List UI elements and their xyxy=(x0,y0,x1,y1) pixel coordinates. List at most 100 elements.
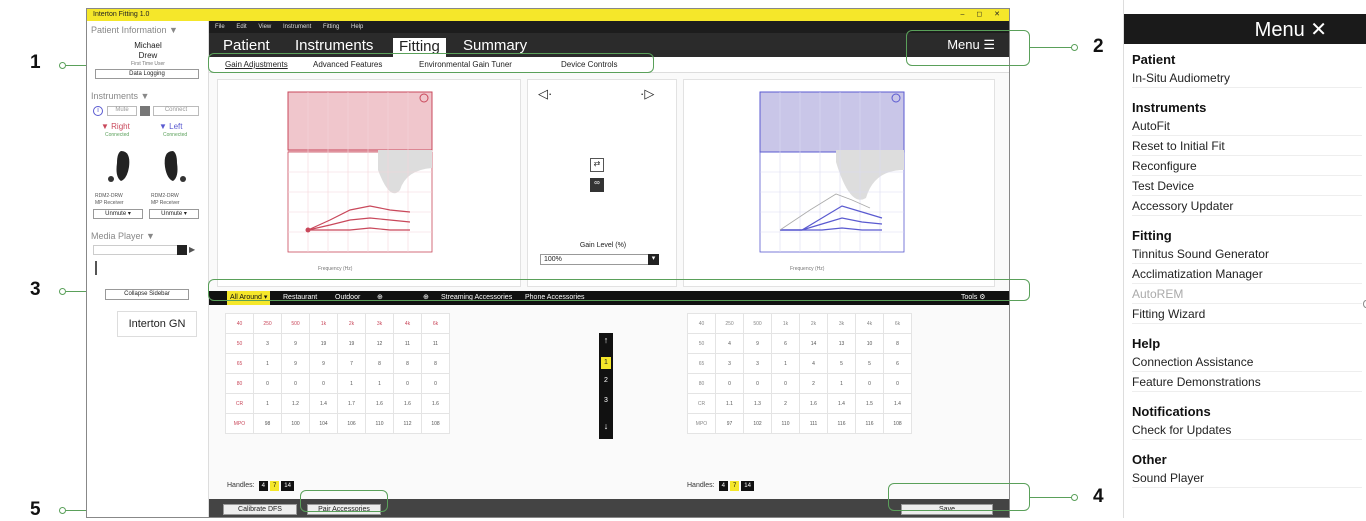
gain-cell[interactable]: 500 xyxy=(743,313,772,334)
step-down-icon[interactable]: ↓ xyxy=(599,421,613,431)
step-up-icon[interactable]: ↑ xyxy=(599,335,613,345)
gain-cell[interactable]: 1 xyxy=(365,373,394,394)
gain-cell[interactable]: 1.4 xyxy=(827,393,856,414)
gain-cell[interactable]: 108 xyxy=(883,413,912,434)
gain-cell[interactable]: 0 xyxy=(393,373,422,394)
gain-cell[interactable]: 8 xyxy=(393,353,422,374)
gain-cell[interactable]: 1.4 xyxy=(883,393,912,414)
menu-file[interactable]: File xyxy=(215,24,225,30)
step-1[interactable]: 1 xyxy=(601,357,611,369)
menu-item-tinnitus-sound-generator[interactable]: Tinnitus Sound Generator xyxy=(1132,244,1362,264)
menu-fitting[interactable]: Fitting xyxy=(323,24,339,30)
gain-cell[interactable]: 3 xyxy=(715,353,744,374)
menu-item-fitting-wizard[interactable]: Fitting Wizard xyxy=(1132,304,1362,324)
gain-cell[interactable]: 1.7 xyxy=(337,393,366,414)
gain-cell[interactable]: 1k xyxy=(309,313,338,334)
gain-cell[interactable]: 6k xyxy=(883,313,912,334)
gain-cell[interactable]: 0 xyxy=(253,373,282,394)
media-player-header[interactable]: Media Player ▼ xyxy=(91,231,155,241)
gain-cell[interactable]: 1.6 xyxy=(421,393,450,414)
link-audiogram-icon[interactable]: ⇄ xyxy=(590,158,604,172)
gain-cell[interactable]: 3k xyxy=(365,313,394,334)
gain-cell[interactable]: 4k xyxy=(855,313,884,334)
gain-cell[interactable]: 7 xyxy=(337,353,366,374)
gain-cell[interactable]: 0 xyxy=(309,373,338,394)
menu-item-accessory-updater[interactable]: Accessory Updater xyxy=(1132,196,1362,216)
gain-cell[interactable]: 11 xyxy=(393,333,422,354)
mute-toggle-icon[interactable] xyxy=(140,106,150,116)
gain-cell[interactable]: 111 xyxy=(799,413,828,434)
handles-4[interactable]: 4 xyxy=(718,481,728,491)
gain-cell[interactable]: 4 xyxy=(799,353,828,374)
gain-cell[interactable]: 1.1 xyxy=(715,393,744,414)
gain-cell[interactable]: 4 xyxy=(715,333,744,354)
gain-cell[interactable]: 500 xyxy=(281,313,310,334)
mute-button[interactable]: Mute xyxy=(107,106,137,116)
gain-cell[interactable]: 1.3 xyxy=(743,393,772,414)
gain-cell[interactable]: 1.2 xyxy=(281,393,310,414)
menu-edit[interactable]: Edit xyxy=(236,24,246,30)
gain-cell[interactable]: 1.5 xyxy=(855,393,884,414)
gain-cell[interactable]: 0 xyxy=(743,373,772,394)
handles-4[interactable]: 4 xyxy=(258,481,268,491)
window-controls[interactable]: – ◻ ✕ xyxy=(961,9,1005,21)
speaker-left-icon[interactable]: ◁· xyxy=(538,86,552,102)
handles-7[interactable]: 7 xyxy=(729,481,740,491)
gain-cell[interactable]: 250 xyxy=(253,313,282,334)
handles-14[interactable]: 14 xyxy=(281,481,294,491)
gain-cell[interactable]: 3 xyxy=(743,353,772,374)
gain-cell[interactable]: 116 xyxy=(827,413,856,434)
play-icon[interactable]: ▶ xyxy=(189,245,195,254)
menu-help[interactable]: Help xyxy=(351,24,363,30)
gain-cell[interactable]: 108 xyxy=(421,413,450,434)
gain-level-arrow-icon[interactable]: ▾ xyxy=(648,254,659,265)
data-logging-button[interactable]: Data Logging xyxy=(95,69,199,79)
gain-cell[interactable]: 3k xyxy=(827,313,856,334)
gain-cell[interactable]: 0 xyxy=(421,373,450,394)
gain-cell[interactable]: 102 xyxy=(743,413,772,434)
gain-cell[interactable]: 1k xyxy=(771,313,800,334)
gain-cell[interactable]: 0 xyxy=(883,373,912,394)
menu-item-check-for-updates[interactable]: Check for Updates xyxy=(1132,420,1362,440)
gain-cell[interactable]: 1.6 xyxy=(799,393,828,414)
gain-cell[interactable]: 8 xyxy=(883,333,912,354)
menu-item-feature-demonstrations[interactable]: Feature Demonstrations xyxy=(1132,372,1362,392)
unmute-left-button[interactable]: Unmute ▾ xyxy=(149,209,199,219)
gain-cell[interactable]: 19 xyxy=(337,333,366,354)
gain-cell[interactable]: 1.6 xyxy=(365,393,394,414)
gain-cell[interactable]: 9 xyxy=(743,333,772,354)
menu-item-connection-assistance[interactable]: Connection Assistance xyxy=(1132,352,1362,372)
media-select-arrow-icon[interactable] xyxy=(177,245,187,255)
menu-view[interactable]: View xyxy=(258,24,271,30)
patient-info-header[interactable]: Patient Information ▼ xyxy=(91,25,178,35)
gain-cell[interactable]: 1 xyxy=(771,353,800,374)
gain-cell[interactable]: 106 xyxy=(337,413,366,434)
gain-cell[interactable]: 1.6 xyxy=(393,393,422,414)
gain-cell[interactable]: 5 xyxy=(827,353,856,374)
gain-cell[interactable]: 5 xyxy=(855,353,884,374)
gain-cell[interactable]: 9 xyxy=(281,333,310,354)
gain-cell[interactable]: 1 xyxy=(337,373,366,394)
link-ears-icon[interactable]: ∞ xyxy=(590,178,604,192)
gain-cell[interactable]: 8 xyxy=(365,353,394,374)
gain-cell[interactable]: 100 xyxy=(281,413,310,434)
gain-cell[interactable]: 98 xyxy=(253,413,282,434)
menu-item-acclimatization-manager[interactable]: Acclimatization Manager xyxy=(1132,264,1362,284)
gain-cell[interactable]: 97 xyxy=(715,413,744,434)
gain-cell[interactable]: 0 xyxy=(771,373,800,394)
gain-cell[interactable]: 13 xyxy=(827,333,856,354)
calibrate-dfs-button[interactable]: Calibrate DFS xyxy=(223,504,297,515)
gain-cell[interactable]: 1 xyxy=(253,353,282,374)
gain-cell[interactable]: 112 xyxy=(393,413,422,434)
gain-cell[interactable]: 110 xyxy=(365,413,394,434)
instruments-header[interactable]: Instruments ▼ xyxy=(91,91,149,101)
gain-cell[interactable]: 1 xyxy=(253,393,282,414)
gain-cell[interactable]: 11 xyxy=(421,333,450,354)
menu-item-in-situ-audiometry[interactable]: In-Situ Audiometry xyxy=(1132,68,1362,88)
gain-cell[interactable]: 6k xyxy=(421,313,450,334)
gain-cell[interactable]: 8 xyxy=(421,353,450,374)
menu-item-sound-player[interactable]: Sound Player xyxy=(1132,468,1362,488)
speaker-right-icon[interactable]: ·▷ xyxy=(640,86,654,102)
collapse-sidebar-button[interactable]: Collapse Sidebar xyxy=(105,289,189,300)
gain-cell[interactable]: 116 xyxy=(855,413,884,434)
